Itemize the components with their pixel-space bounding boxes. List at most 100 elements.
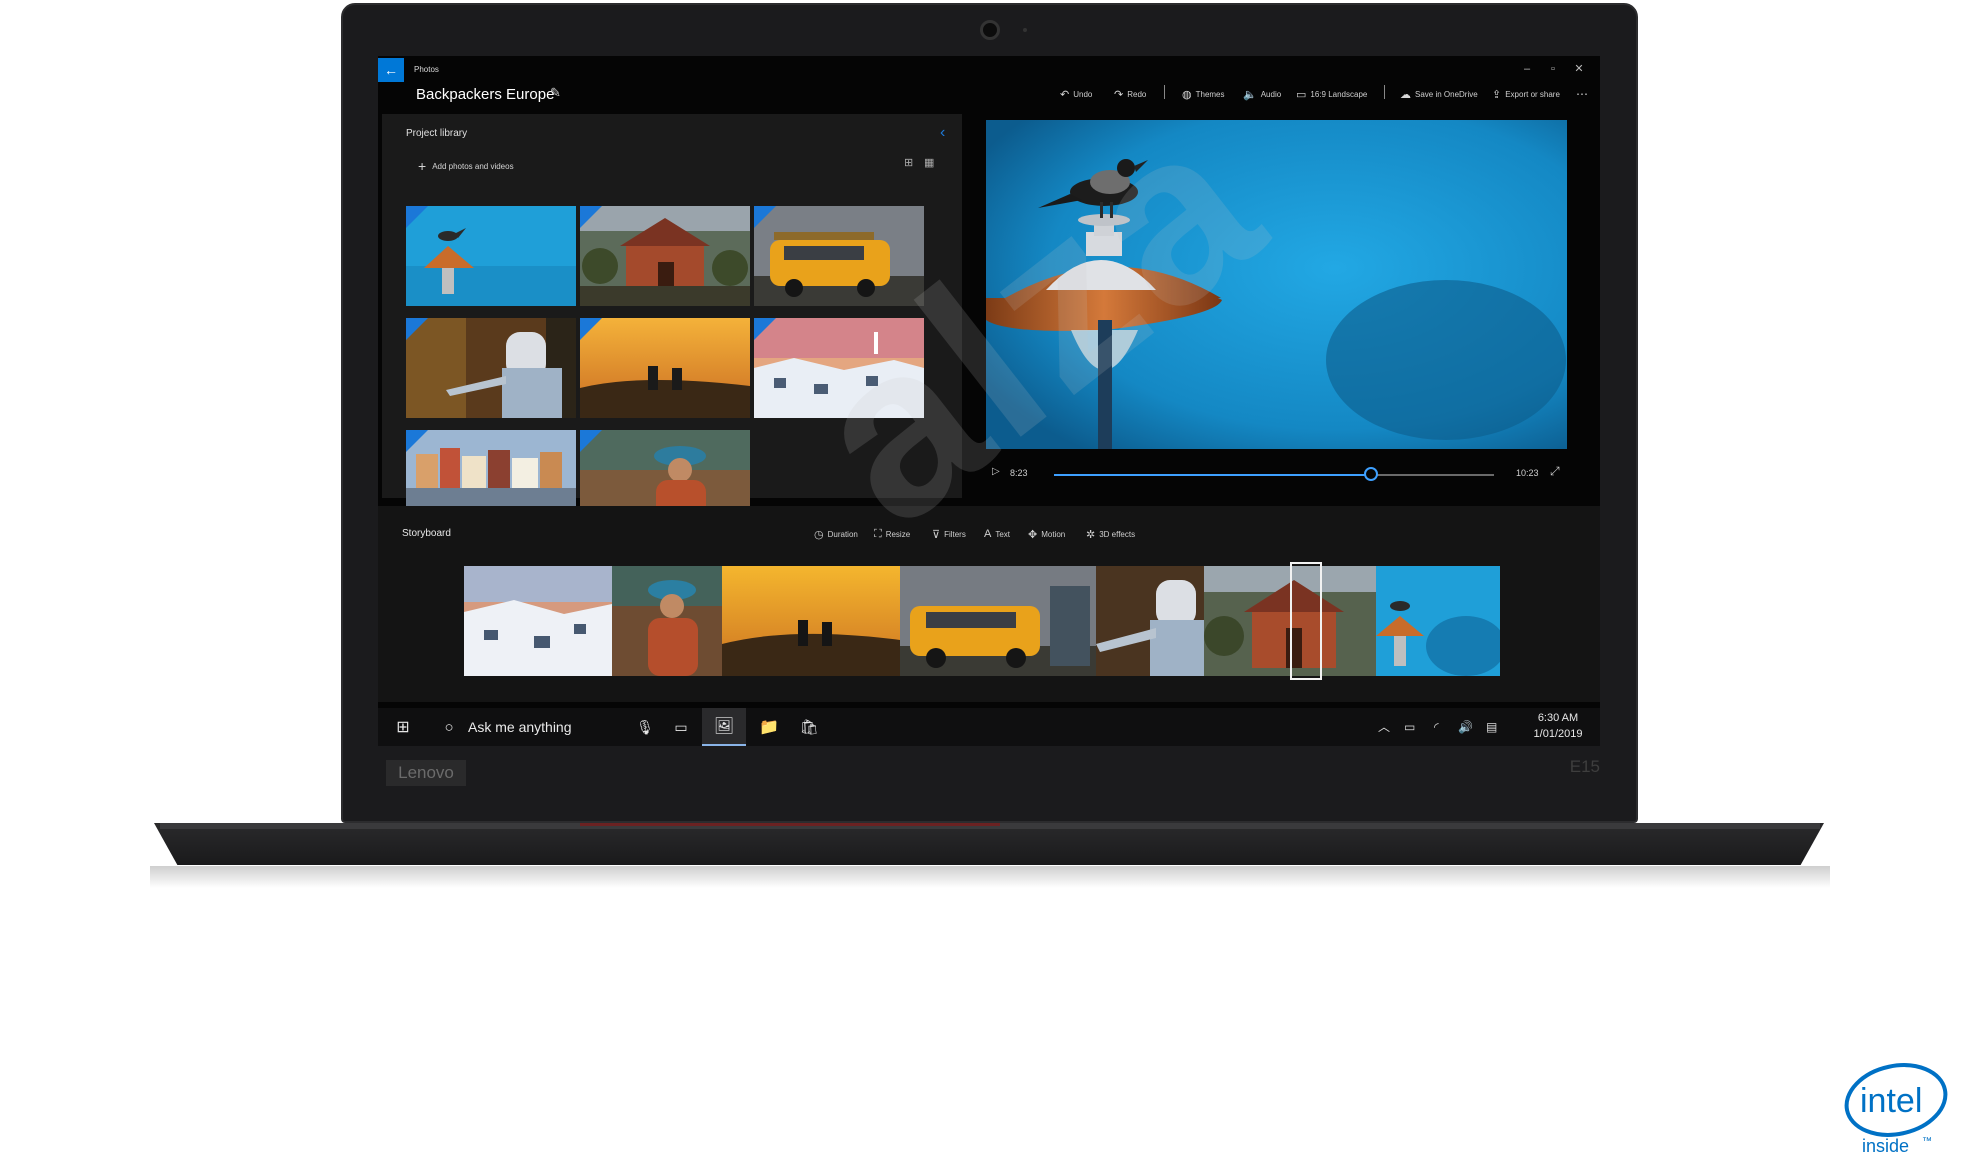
- intel-tagline: inside: [1862, 1136, 1909, 1156]
- thumb-village-image: [754, 318, 924, 418]
- thumbnail-badge-icon: [754, 206, 776, 228]
- storyboard-clip[interactable]: [464, 566, 612, 676]
- search-input[interactable]: Ask me anything: [468, 708, 572, 746]
- resize-button[interactable]: ⛶ Resize: [874, 527, 910, 541]
- battery-icon[interactable]: ▭: [1404, 708, 1415, 746]
- file-explorer-icon[interactable]: 📁: [752, 708, 786, 746]
- camera-indicator-icon: [1023, 28, 1027, 32]
- undo-icon: ↶: [1060, 88, 1070, 101]
- redo-icon: ↷: [1114, 88, 1124, 101]
- laptop-shadow: [150, 866, 1830, 888]
- save-onedrive-label: Save in OneDrive: [1415, 89, 1478, 99]
- library-thumbnail[interactable]: [754, 318, 924, 418]
- app-name: Photos: [414, 65, 439, 74]
- themes-label: Themes: [1195, 89, 1225, 99]
- hinge-accent: [580, 823, 1000, 826]
- library-thumbnail[interactable]: [580, 318, 750, 418]
- export-label: Export or share: [1505, 89, 1560, 99]
- arrow-left-icon: ←: [384, 62, 398, 78]
- storyboard-clip[interactable]: [612, 566, 722, 676]
- microphone-icon[interactable]: 🎙: [632, 708, 658, 746]
- thumbnail-badge-icon: [406, 206, 428, 228]
- duration-button[interactable]: ◷ Duration: [814, 527, 858, 541]
- clock-date: 1/01/2019: [1533, 728, 1583, 740]
- webcam-icon: [980, 20, 1000, 40]
- thumb-house-image: [580, 206, 750, 306]
- undo-label: Undo: [1073, 89, 1093, 99]
- plus-icon: +: [418, 158, 427, 174]
- pencil-icon[interactable]: ✎: [550, 85, 561, 101]
- windows-start-icon[interactable]: ⊞: [388, 708, 418, 746]
- palette-icon: ◍: [1182, 88, 1192, 101]
- thumb-sunset-image: [580, 318, 750, 418]
- resize-icon: ⛶: [874, 527, 882, 540]
- laptop-base: [154, 823, 1824, 865]
- storyboard-clip[interactable]: [1376, 566, 1500, 676]
- cloud-icon: ☁: [1400, 88, 1411, 101]
- text-icon: A: [984, 528, 992, 540]
- aspect-label: 16:9 Landscape: [1310, 89, 1368, 99]
- volume-icon[interactable]: 🔊: [1458, 708, 1473, 746]
- thumb-hiker-image: [406, 318, 576, 418]
- filters-button[interactable]: ⊽ Filters: [932, 527, 966, 541]
- storyboard-clip[interactable]: [1096, 566, 1204, 676]
- intel-wordmark: intel: [1860, 1082, 1922, 1120]
- audio-button[interactable]: 🔈 Audio: [1243, 87, 1281, 101]
- back-button[interactable]: ←: [378, 58, 404, 82]
- grid-view-icon[interactable]: ⊞: [904, 156, 913, 169]
- undo-button[interactable]: ↶ Undo: [1060, 87, 1092, 101]
- total-time: 10:23: [1516, 468, 1539, 478]
- save-onedrive-button[interactable]: ☁ Save in OneDrive: [1400, 87, 1478, 101]
- minimize-button[interactable]: –: [1516, 61, 1538, 77]
- seek-progress: [1054, 474, 1371, 476]
- action-center-icon[interactable]: ▤: [1486, 708, 1497, 746]
- library-thumbnail[interactable]: [580, 206, 750, 306]
- video-preview[interactable]: [986, 120, 1567, 449]
- task-view-icon[interactable]: ▭: [666, 708, 696, 746]
- redo-label: Redo: [1127, 89, 1147, 99]
- maximize-button[interactable]: ▫: [1542, 61, 1564, 77]
- library-title: Project library: [406, 128, 468, 139]
- themes-button[interactable]: ◍ Themes: [1182, 87, 1225, 101]
- fullscreen-icon[interactable]: ⤢: [1550, 464, 1560, 479]
- library-thumbnail[interactable]: [754, 206, 924, 306]
- export-button[interactable]: ⇪ Export or share: [1492, 87, 1560, 101]
- photos-taskbar-icon[interactable]: 🖼: [702, 708, 746, 746]
- thumbnail-badge-icon: [754, 318, 776, 340]
- more-button[interactable]: ⋯: [1576, 87, 1588, 101]
- storyboard-clip[interactable]: [722, 566, 900, 676]
- text-label: Text: [995, 529, 1011, 539]
- clock-icon: ◷: [814, 528, 824, 541]
- thumbnail-badge-icon: [580, 430, 602, 452]
- motion-button[interactable]: ✥ Motion: [1028, 527, 1065, 541]
- cortana-icon[interactable]: ○: [434, 708, 464, 746]
- current-time: 8:23: [1010, 468, 1028, 478]
- library-thumbnail[interactable]: [406, 318, 576, 418]
- 3d-effects-button[interactable]: ✲ 3D effects: [1086, 527, 1135, 541]
- storyboard-clip[interactable]: [900, 566, 1096, 676]
- taskbar-clock[interactable]: 6:30 AM 1/01/2019: [1528, 710, 1588, 742]
- seek-handle[interactable]: [1363, 467, 1378, 481]
- list-view-icon[interactable]: ▦: [924, 156, 934, 169]
- add-photos-button[interactable]: + Add photos and videos: [418, 158, 514, 174]
- store-icon[interactable]: 🛍: [792, 708, 826, 746]
- show-hidden-icons-icon[interactable]: ︿: [1378, 708, 1390, 746]
- storyboard-strip[interactable]: [464, 566, 1500, 676]
- play-button[interactable]: ▷: [992, 466, 1000, 477]
- storyboard-title: Storyboard: [402, 528, 451, 539]
- aspect-ratio-button[interactable]: ▭ 16:9 Landscape: [1296, 87, 1367, 101]
- wifi-icon[interactable]: ◜: [1434, 708, 1439, 746]
- screen: ← Photos – ▫ ✕ Backpackers Europe ✎ ↶ Und…: [378, 56, 1600, 746]
- thumbnail-badge-icon: [406, 430, 428, 452]
- storyboard-selection[interactable]: [1290, 562, 1322, 680]
- library-thumbnail[interactable]: [406, 206, 576, 306]
- model-label: E15: [1569, 757, 1600, 776]
- collapse-chevron-icon[interactable]: ‹: [940, 124, 945, 142]
- project-title[interactable]: Backpackers Europe: [416, 86, 554, 103]
- close-button[interactable]: ✕: [1568, 61, 1590, 77]
- duration-label: Duration: [827, 529, 858, 539]
- text-button[interactable]: A Text: [984, 527, 1010, 541]
- 3d-effects-label: 3D effects: [1099, 529, 1136, 539]
- clock-time: 6:30 AM: [1537, 712, 1579, 724]
- redo-button[interactable]: ↷ Redo: [1114, 87, 1146, 101]
